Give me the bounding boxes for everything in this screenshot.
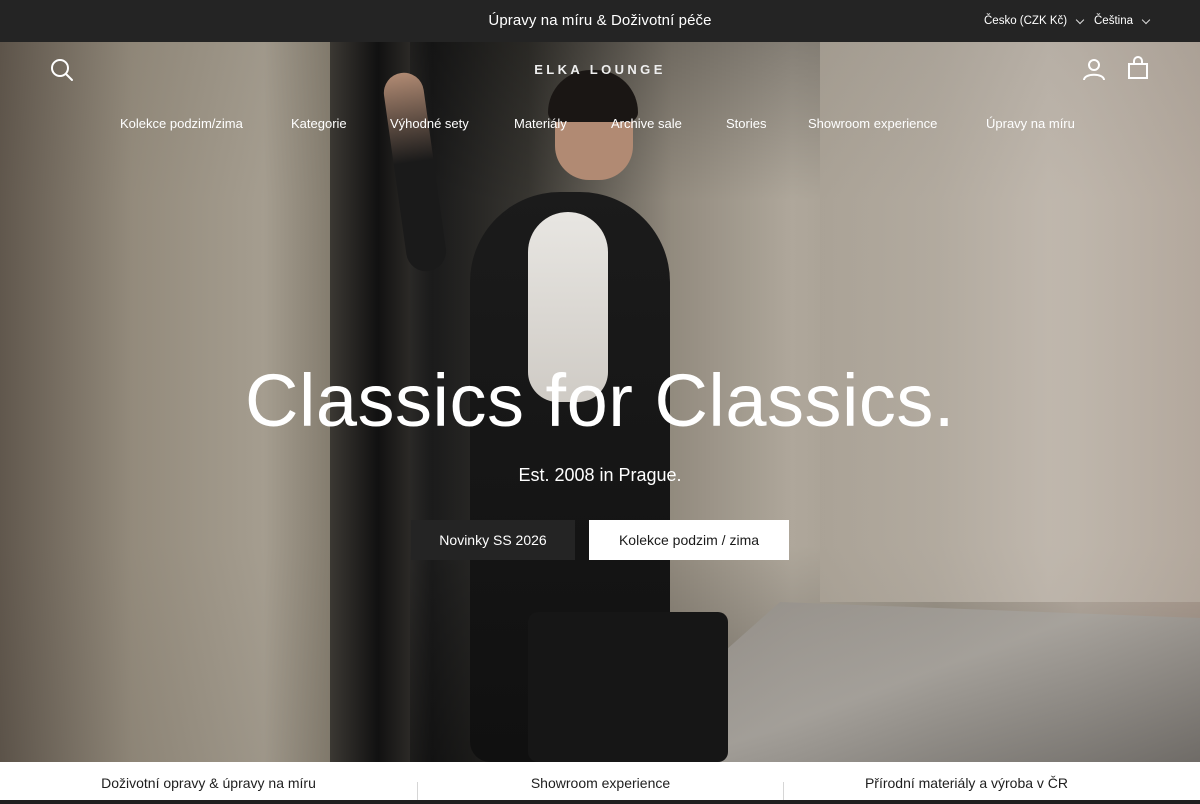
hero-title: Classics for Classics.	[245, 359, 955, 442]
nav-item-materialy[interactable]: Materiály	[514, 116, 567, 131]
usp-bar: Doživotní opravy & úpravy na míru Showro…	[0, 762, 1200, 800]
country-selector[interactable]: Česko (CZK Kč)	[984, 0, 1085, 42]
chevron-down-icon	[1141, 15, 1151, 24]
nav-item-upravy[interactable]: Úpravy na míru	[986, 116, 1075, 131]
new-collection-button[interactable]: Novinky SS 2026	[411, 520, 575, 560]
nav-item-showroom[interactable]: Showroom experience	[808, 116, 937, 131]
nav-item-kategorie[interactable]: Kategorie	[291, 116, 347, 131]
nav-item-vyhodne-sety[interactable]: Výhodné sety	[390, 116, 469, 131]
hero-model-hair	[548, 70, 638, 122]
nav-item-stories[interactable]: Stories	[726, 116, 766, 131]
autumn-collection-button[interactable]: Kolekce podzim / zima	[589, 520, 789, 560]
site-logo[interactable]: ELKA LOUNGE	[0, 62, 1200, 77]
language-selector[interactable]: Čeština	[1094, 0, 1151, 42]
cart-icon[interactable]	[1125, 55, 1151, 81]
announcement-bar: Úpravy na míru & Doživotní péče Česko (C…	[0, 0, 1200, 42]
hero-subtitle: Est. 2008 in Prague.	[518, 465, 682, 485]
language-label: Čeština	[1094, 15, 1133, 27]
usp-item-materials[interactable]: Přírodní materiály a výroba v ČR	[784, 762, 1149, 800]
hero-model-bag	[528, 612, 728, 762]
main-navigation: Kolekce podzim/zima Kategorie Výhodné se…	[0, 116, 1200, 136]
nav-item-archive-sale[interactable]: Archive sale	[611, 116, 682, 131]
nav-item-kolekce[interactable]: Kolekce podzim/zima	[120, 116, 243, 131]
chevron-down-icon	[1075, 15, 1085, 24]
account-icon[interactable]	[1081, 56, 1107, 82]
usp-item-showroom[interactable]: Showroom experience	[418, 762, 783, 800]
country-label: Česko (CZK Kč)	[984, 15, 1068, 27]
usp-item-repairs[interactable]: Doživotní opravy & úpravy na míru	[0, 762, 417, 800]
